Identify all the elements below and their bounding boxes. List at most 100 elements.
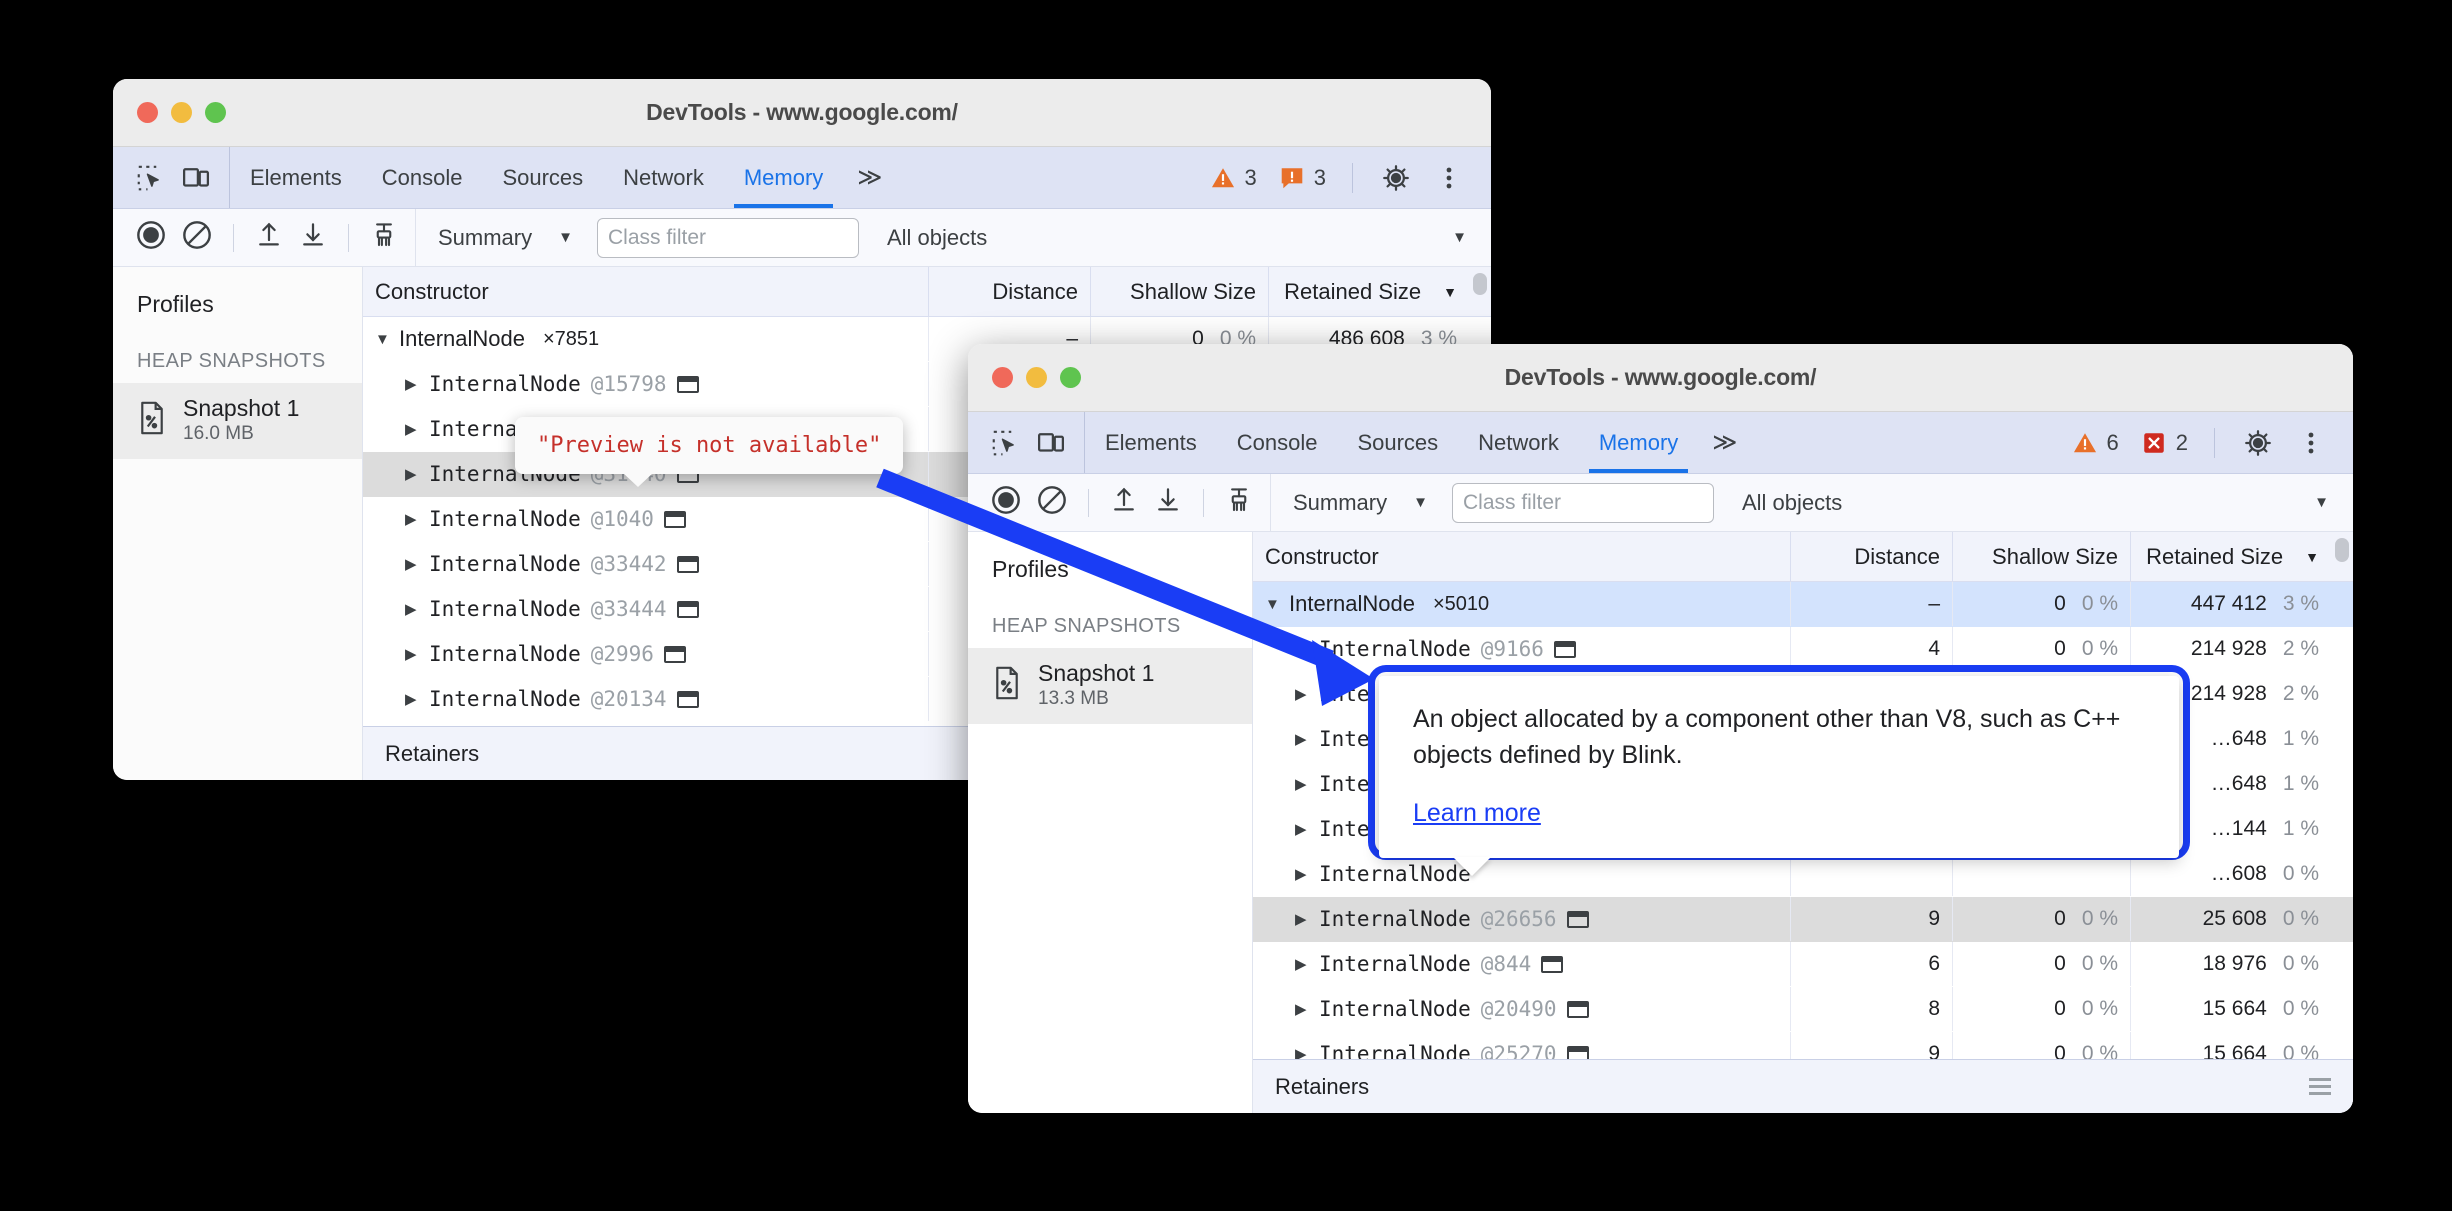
grid-scrollbar[interactable] [2331,532,2353,581]
window2-tabs[interactable]: Elements Console Sources Network Memory … [1085,412,1751,473]
cell-shallow-size: 0 0 % [1953,897,2131,941]
minimize-window-button[interactable] [1026,367,1047,388]
warning-badge[interactable]: 6 [2066,430,2125,456]
tab-memory[interactable]: Memory [724,147,843,208]
clear-button[interactable] [181,219,213,256]
tab-sources[interactable]: Sources [1337,412,1458,473]
inspect-element-icon[interactable] [990,428,1020,458]
chevron-down-icon[interactable]: ▼ [1452,229,1467,246]
chevron-right-icon[interactable]: ▶ [1295,955,1309,973]
table-row[interactable]: ▶ InternalNode @25270 9 0 0 % 15 664 0 % [1253,1032,2353,1059]
chevron-right-icon[interactable]: ▶ [405,555,419,573]
window1-tabs[interactable]: Elements Console Sources Network Memory … [230,147,896,208]
objects-select[interactable]: All objects [887,225,987,251]
learn-more-link[interactable]: Learn more [1413,799,1541,828]
table-row[interactable]: ▶ InternalNode @26656 9 0 0 % 25 608 0 % [1253,897,2353,942]
class-filter-input[interactable]: Class filter [596,217,859,258]
column-header-constructor[interactable]: Constructor [363,267,929,316]
chevron-right-icon[interactable]: ▶ [405,600,419,618]
tab-console[interactable]: Console [1217,412,1338,473]
sidebar-item-snapshot-1[interactable]: Snapshot 1 16.0 MB [113,383,362,459]
warning-badge[interactable]: 3 [1204,165,1263,191]
inspect-element-icon[interactable] [135,163,165,193]
chevron-down-icon[interactable]: ▼ [2314,494,2329,511]
window1-traffic-lights[interactable] [137,102,226,123]
tab-label: Console [1236,429,1318,455]
column-header-distance[interactable]: Distance [929,267,1091,316]
table-row[interactable]: ▶ InternalNode @844 6 0 0 % 18 976 0 % [1253,942,2353,987]
more-options-icon[interactable] [1429,163,1469,193]
chevron-right-icon[interactable]: ▶ [1295,910,1309,928]
chevron-right-icon[interactable]: ▶ [405,375,419,393]
collect-garbage-icon[interactable] [1224,484,1254,521]
settings-gear-icon[interactable] [1373,163,1419,193]
chevron-right-icon[interactable]: ▶ [1295,820,1309,838]
minimize-window-button[interactable] [171,102,192,123]
save-profile-button[interactable] [1153,484,1183,521]
chevron-right-icon[interactable]: ▶ [1295,1045,1309,1059]
device-toolbar-icon[interactable] [1036,428,1066,458]
tab-network[interactable]: Network [1458,412,1579,473]
retainers-menu-icon[interactable] [2309,1078,2331,1095]
window2-retainers-bar[interactable]: Retainers [1253,1059,2353,1113]
settings-gear-icon[interactable] [2235,428,2281,458]
shallow-size-percent: 0 % [2081,1042,2118,1059]
error-badge[interactable]: 2 [2135,430,2194,456]
chevron-right-icon[interactable]: ▶ [1295,775,1309,793]
collect-garbage-icon[interactable] [369,219,399,256]
close-window-button[interactable] [137,102,158,123]
chevron-down-icon[interactable]: ▼ [375,331,390,348]
view-select[interactable]: Summary ▼ [438,225,573,251]
chevron-right-icon[interactable]: ▶ [1295,1000,1309,1018]
sidebar-item-snapshot-1[interactable]: Snapshot 1 13.3 MB [968,648,1252,724]
chevron-right-icon[interactable]: ▶ [405,510,419,528]
maximize-window-button[interactable] [205,102,226,123]
table-row[interactable]: ▼ InternalNode ×5010 – 0 0 % 447 412 3 % [1253,582,2353,627]
record-button[interactable] [990,484,1022,521]
snapshot-file-icon [137,401,167,440]
scrollbar-thumb[interactable] [1473,273,1487,295]
class-filter-input[interactable]: Class filter [1451,482,1714,523]
tab-elements[interactable]: Elements [1085,412,1217,473]
tab-elements[interactable]: Elements [230,147,362,208]
close-window-button[interactable] [992,367,1013,388]
grid-scrollbar[interactable] [1469,267,1491,316]
chevron-right-icon[interactable]: ▶ [1295,730,1309,748]
more-options-icon[interactable] [2291,428,2331,458]
chevron-right-icon[interactable]: ▶ [1295,685,1309,703]
scrollbar-thumb[interactable] [2335,538,2349,562]
chevron-right-icon[interactable]: ▶ [405,420,419,438]
chevron-right-icon[interactable]: ▶ [1295,865,1309,883]
column-header-constructor[interactable]: Constructor [1253,532,1791,581]
column-header-shallow-size[interactable]: Shallow Size [1953,532,2131,581]
chevron-down-icon[interactable]: ▼ [1265,596,1280,613]
view-select[interactable]: Summary ▼ [1293,490,1428,516]
tab-memory[interactable]: Memory [1579,412,1698,473]
device-toolbar-icon[interactable] [181,163,211,193]
table-row[interactable]: ▶ InternalNode @20490 8 0 0 % 15 664 0 % [1253,987,2353,1032]
tab-sources[interactable]: Sources [482,147,603,208]
chevron-right-icon[interactable]: ▶ [405,690,419,708]
load-profile-button[interactable] [254,219,284,256]
column-header-distance[interactable]: Distance [1791,532,1953,581]
chevron-right-icon[interactable]: ▶ [405,465,419,483]
load-profile-button[interactable] [1109,484,1139,521]
maximize-window-button[interactable] [1060,367,1081,388]
save-profile-button[interactable] [298,219,328,256]
error-badge[interactable]: 3 [1273,165,1332,191]
record-button[interactable] [135,219,167,256]
clear-button[interactable] [1036,484,1068,521]
column-header-shallow-size[interactable]: Shallow Size [1091,267,1269,316]
chevron-right-icon[interactable]: ▶ [405,645,419,663]
column-header-retained-size[interactable]: Retained Size ▼ [1269,267,1469,316]
row-gutter [2331,807,2353,851]
cell-constructor: ▶ InternalNode @33444 [363,587,929,631]
more-tabs-icon[interactable]: ≫ [1698,412,1751,473]
tab-network[interactable]: Network [603,147,724,208]
column-header-retained-size[interactable]: Retained Size ▼ [2131,532,2331,581]
chevron-right-icon[interactable]: ▶ [1295,640,1309,658]
more-tabs-icon[interactable]: ≫ [843,147,896,208]
objects-select[interactable]: All objects [1742,490,1842,516]
window2-traffic-lights[interactable] [992,367,1081,388]
tab-console[interactable]: Console [362,147,483,208]
